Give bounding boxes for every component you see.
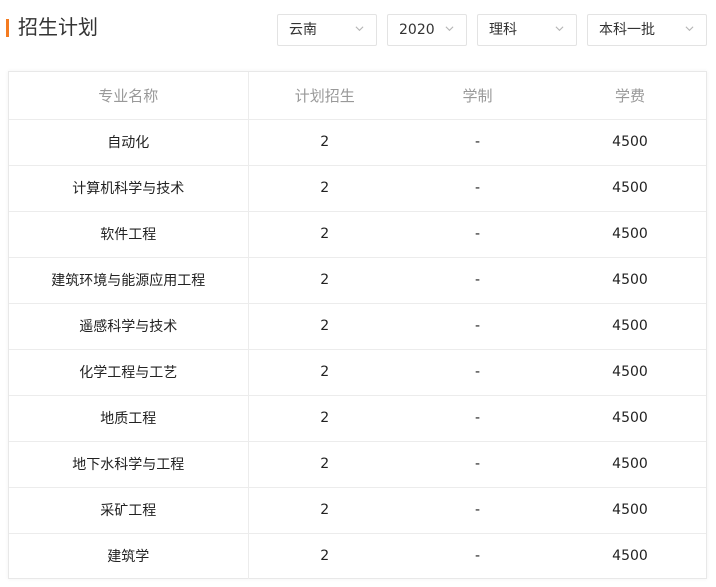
- cell-planned: 2: [248, 165, 401, 212]
- chevron-down-icon: [685, 26, 694, 32]
- batch-select-value: 本科一批: [599, 22, 655, 38]
- cell-tuition: 4500: [554, 257, 706, 304]
- cell-planned: 2: [320, 548, 330, 565]
- province-select-value: 云南: [289, 22, 317, 38]
- table-row: 遥感科学与技术 2 - 4500: [9, 303, 706, 350]
- cell-duration: -: [401, 487, 554, 534]
- cell-planned: 2: [248, 487, 401, 534]
- chevron-down-icon: [355, 26, 364, 32]
- cell-duration: -: [401, 349, 554, 396]
- cell-major: 采矿工程: [9, 487, 249, 534]
- cell-planned: 2: [248, 441, 401, 488]
- cell-planned: 2: [248, 211, 401, 258]
- cell-planned: 2: [248, 349, 401, 396]
- cell-duration: -: [401, 395, 554, 442]
- table-row: 化学工程与工艺 2 - 4500: [9, 349, 706, 396]
- page-header: 招生计划 云南 2020 理科 本科一批: [0, 0, 716, 58]
- cell-planned: 2: [248, 395, 401, 442]
- column-header-duration: 学制: [401, 72, 554, 120]
- cell-duration: -: [474, 548, 481, 565]
- cell-tuition: 4500: [554, 395, 706, 442]
- table-row: 计算机科学与技术 2 - 4500: [9, 165, 706, 212]
- cell-major: 地质工程: [9, 395, 249, 442]
- cell-duration: -: [401, 119, 554, 166]
- table-row: 自动化 2 - 4500: [9, 119, 706, 166]
- table-row: 软件工程 2 - 4500: [9, 211, 706, 258]
- cell-tuition: 4500: [554, 349, 706, 396]
- cell-tuition: 4500: [554, 303, 706, 350]
- cell-tuition: 4500: [554, 441, 706, 488]
- cell-tuition: 4500: [554, 119, 706, 166]
- cell-tuition: 4500: [554, 165, 706, 212]
- subject-select[interactable]: 理科: [477, 14, 577, 46]
- cell-tuition: 4500: [612, 548, 648, 565]
- chevron-down-icon: [555, 26, 564, 32]
- cell-major: 遥感科学与技术: [9, 303, 249, 350]
- table-row: 采矿工程 2 - 4500: [9, 487, 706, 534]
- cell-planned: 2: [248, 257, 401, 304]
- year-select-value: 2020: [399, 22, 435, 38]
- table-row: 建筑学 2 - 4500: [9, 533, 706, 579]
- cell-duration: -: [401, 441, 554, 488]
- column-header-major: 专业名称: [9, 72, 249, 120]
- column-header-planned: 计划招生: [248, 72, 401, 120]
- chevron-down-icon: [445, 26, 454, 32]
- page-title: 招生计划: [18, 15, 98, 39]
- cell-major: 建筑环境与能源应用工程: [9, 257, 249, 304]
- cell-major: 自动化: [9, 119, 249, 166]
- cell-planned: 2: [248, 303, 401, 350]
- cell-major: 软件工程: [9, 211, 249, 258]
- table-row: 建筑环境与能源应用工程 2 - 4500: [9, 257, 706, 304]
- cell-duration: -: [401, 303, 554, 350]
- cell-major: 计算机科学与技术: [9, 165, 249, 212]
- column-header-tuition: 学费: [554, 72, 706, 120]
- table-row: 地质工程 2 - 4500: [9, 395, 706, 442]
- cell-major: 地下水科学与工程: [9, 441, 249, 488]
- cell-duration: -: [401, 211, 554, 258]
- year-select[interactable]: 2020: [387, 14, 467, 46]
- cell-major: 建筑学: [9, 533, 249, 579]
- subject-select-value: 理科: [489, 22, 517, 38]
- cell-tuition: 4500: [554, 487, 706, 534]
- cell-duration: -: [401, 165, 554, 212]
- enrollment-plan-table: 专业名称 计划招生 学制 学费 自动化 2 - 4500 计算机科学与技术 2 …: [8, 71, 707, 579]
- table-row: 地下水科学与工程 2 - 4500: [9, 441, 706, 488]
- title-accent-bar: [6, 19, 9, 37]
- table-header-row: 专业名称 计划招生 学制 学费: [9, 72, 706, 120]
- cell-major: 化学工程与工艺: [9, 349, 249, 396]
- cell-duration: -: [401, 257, 554, 304]
- cell-tuition: 4500: [554, 211, 706, 258]
- batch-select[interactable]: 本科一批: [587, 14, 707, 46]
- cell-planned: 2: [248, 119, 401, 166]
- province-select[interactable]: 云南: [277, 14, 377, 46]
